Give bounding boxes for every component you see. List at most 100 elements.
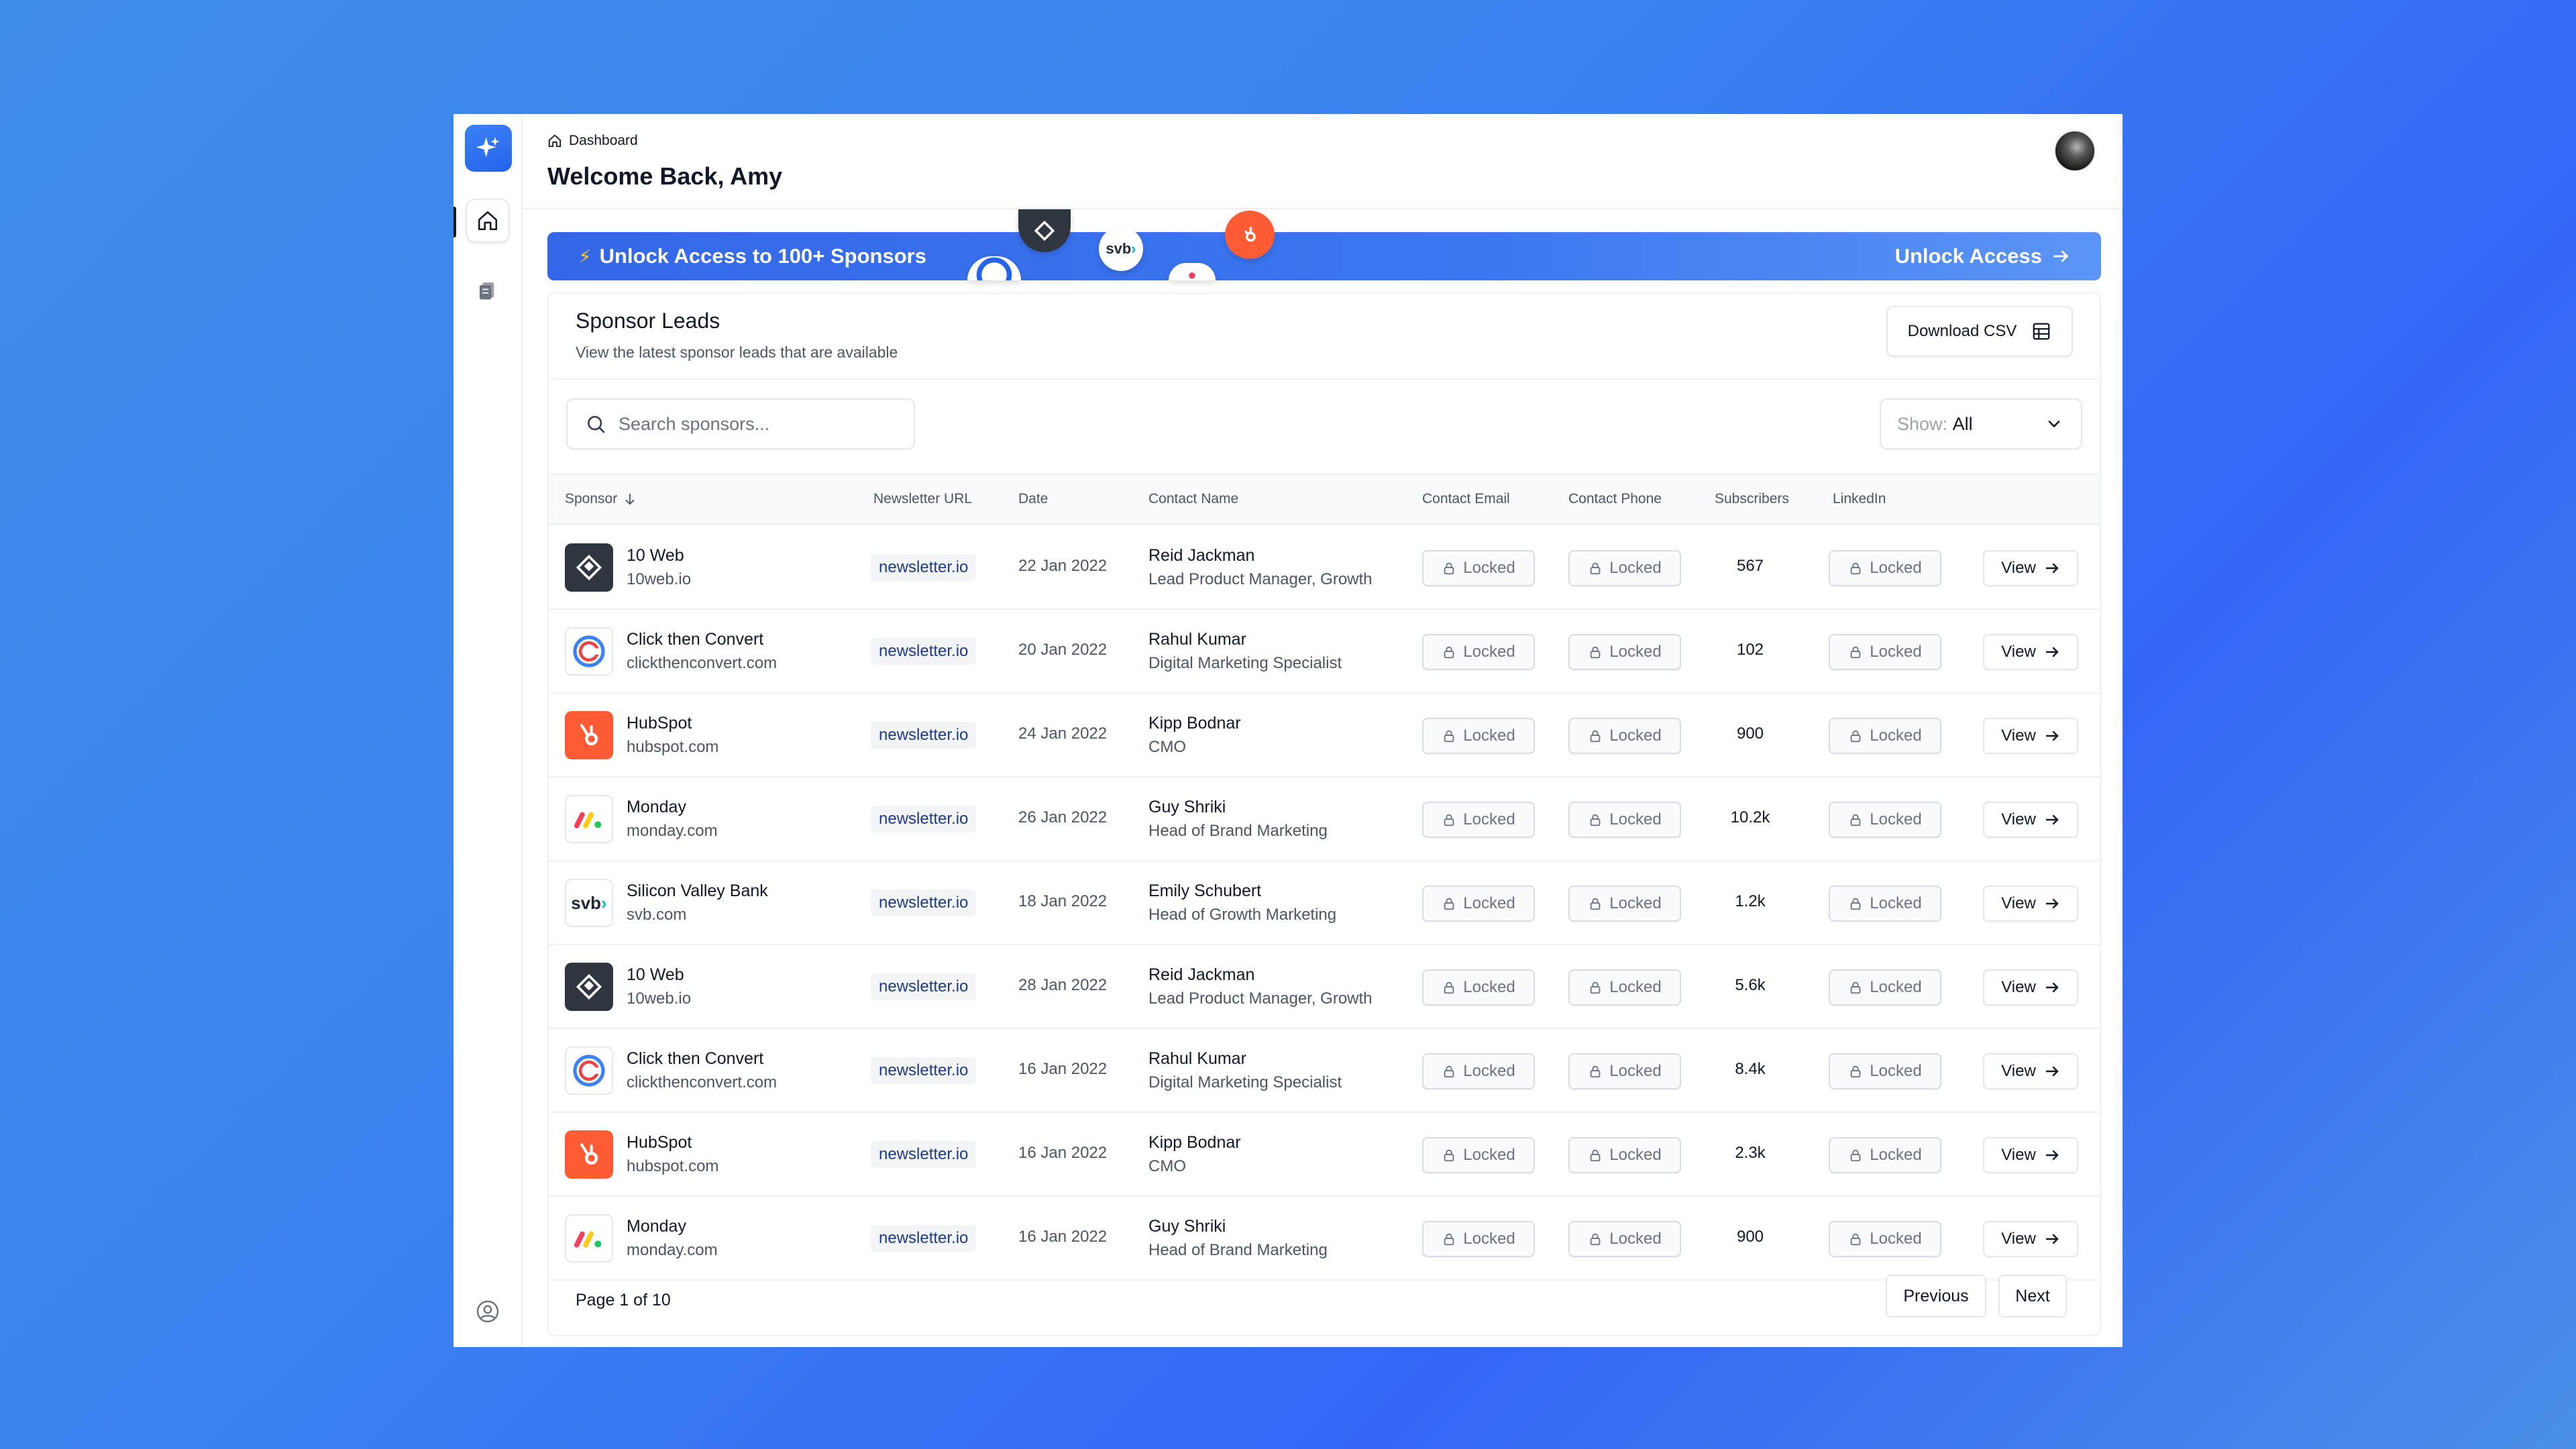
newsletter-url-link[interactable]: newsletter.io (871, 638, 977, 665)
column-header-newsletter-url: Newsletter URL (873, 491, 973, 506)
contact-email-locked[interactable]: Locked (1422, 969, 1535, 1006)
arrow-right-icon (2045, 1234, 2059, 1244)
table-icon (2033, 323, 2050, 340)
view-button[interactable]: View (1983, 550, 2078, 586)
previous-page-button[interactable]: Previous (1886, 1275, 1986, 1318)
card-subtitle: View the latest sponsor leads that are a… (576, 343, 898, 361)
contact-name: Guy Shriki (1148, 1217, 1226, 1236)
view-button[interactable]: View (1983, 634, 2078, 670)
linkedin-locked[interactable]: Locked (1829, 718, 1941, 754)
newsletter-url-link[interactable]: newsletter.io (871, 806, 977, 833)
page-header: Dashboard Welcome Back, Amy (523, 114, 2123, 209)
linkedin-locked[interactable]: Locked (1829, 969, 1941, 1006)
locked-label: Locked (1463, 727, 1515, 745)
contact-phone-locked[interactable]: Locked (1568, 1221, 1681, 1257)
view-label: View (2001, 643, 2036, 661)
locked-label: Locked (1870, 1230, 1922, 1248)
contact-phone-locked[interactable]: Locked (1568, 969, 1681, 1006)
contact-role: Head of Brand Marketing (1148, 822, 1328, 840)
nav-account[interactable] (466, 1289, 510, 1334)
lock-icon (1444, 562, 1454, 575)
locked-label: Locked (1609, 1146, 1662, 1164)
contact-phone-locked[interactable]: Locked (1568, 802, 1681, 838)
contact-phone-locked[interactable]: Locked (1568, 634, 1681, 670)
view-button[interactable]: View (1983, 969, 2078, 1006)
contact-phone-locked[interactable]: Locked (1568, 718, 1681, 754)
contact-email-locked[interactable]: Locked (1422, 885, 1535, 922)
contact-email-locked[interactable]: Locked (1422, 1137, 1535, 1173)
contact-phone-locked[interactable]: Locked (1568, 550, 1681, 586)
lock-icon (1444, 1233, 1454, 1246)
newsletter-url-link[interactable]: newsletter.io (871, 554, 977, 581)
locked-label: Locked (1609, 978, 1662, 996)
contact-email-locked[interactable]: Locked (1422, 802, 1535, 838)
linkedin-locked[interactable]: Locked (1829, 1137, 1941, 1173)
contact-email-locked[interactable]: Locked (1422, 1053, 1535, 1089)
table-row: svb› Silicon Valley Bank svb.com newsletter… (549, 861, 2100, 945)
linkedin-locked[interactable]: Locked (1829, 1053, 1941, 1089)
view-button[interactable]: View (1983, 718, 2078, 754)
view-button[interactable]: View (1983, 1053, 2078, 1089)
download-csv-button[interactable]: Download CSV (1886, 306, 2073, 357)
sidebar (453, 114, 523, 1347)
newsletter-url-link[interactable]: newsletter.io (871, 722, 977, 749)
view-button[interactable]: View (1983, 885, 2078, 922)
linkedin-locked[interactable]: Locked (1829, 802, 1941, 838)
contact-email-locked[interactable]: Locked (1422, 718, 1535, 754)
main-content: Dashboard Welcome Back, Amy ⚡ Unlock Acc… (523, 114, 2123, 1347)
newsletter-url-link[interactable]: newsletter.io (871, 1225, 977, 1252)
contact-phone-locked[interactable]: Locked (1568, 885, 1681, 922)
subscriber-count: 900 (1736, 1228, 1764, 1246)
contact-email-locked[interactable]: Locked (1422, 1221, 1535, 1257)
table-row: 10 Web 10web.io newsletter.io 28 Jan 2022 Re… (549, 945, 2100, 1029)
lock-icon (1850, 981, 1861, 994)
locked-label: Locked (1870, 1146, 1922, 1164)
newsletter-url-link[interactable]: newsletter.io (871, 973, 977, 1000)
page-title: Welcome Back, Amy (547, 162, 783, 190)
show-filter-select[interactable]: Show: All (1880, 398, 2082, 449)
home-icon (478, 211, 498, 231)
app-logo[interactable] (465, 125, 512, 172)
column-label: Sponsor (565, 491, 618, 506)
contact-name: Emily Schubert (1148, 881, 1262, 900)
newsletter-url-link[interactable]: newsletter.io (871, 890, 977, 916)
contact-phone-locked[interactable]: Locked (1568, 1137, 1681, 1173)
view-button[interactable]: View (1983, 802, 2078, 838)
arrow-right-icon (2045, 731, 2059, 741)
column-header-sponsor[interactable]: Sponsor (565, 491, 637, 507)
lock-icon (1850, 646, 1861, 659)
linkedin-locked[interactable]: Locked (1829, 1221, 1941, 1257)
nav-home[interactable] (466, 199, 510, 243)
arrow-right-icon (2045, 563, 2059, 574)
linkedin-locked[interactable]: Locked (1829, 550, 1941, 586)
arrow-down-icon (625, 493, 635, 505)
lock-icon (1850, 1233, 1861, 1246)
banner-text: Unlock Access to 100+ Sponsors (599, 244, 926, 268)
nav-documents[interactable] (466, 268, 510, 313)
view-button[interactable]: View (1983, 1221, 2078, 1257)
newsletter-url-link[interactable]: newsletter.io (871, 1057, 977, 1084)
hubspot-logo (565, 711, 613, 759)
contact-phone-locked[interactable]: Locked (1568, 1053, 1681, 1089)
document-icon (480, 282, 494, 300)
view-button[interactable]: View (1983, 1137, 2078, 1173)
breadcrumb[interactable]: Dashboard (547, 133, 638, 149)
contact-email-locked[interactable]: Locked (1422, 550, 1535, 586)
banner-text-group: ⚡ Unlock Access to 100+ Sponsors (578, 244, 926, 268)
newsletter-url-link[interactable]: newsletter.io (871, 1141, 977, 1168)
search-input[interactable]: Search sponsors... (566, 398, 915, 449)
avatar[interactable] (2054, 130, 2096, 172)
unlock-banner[interactable]: ⚡ Unlock Access to 100+ Sponsors svb› ● … (547, 209, 2101, 283)
locked-label: Locked (1463, 810, 1515, 828)
contact-name: Rahul Kumar (1148, 1049, 1246, 1068)
unlock-access-link[interactable]: Unlock Access (1895, 244, 2070, 268)
locked-label: Locked (1463, 559, 1515, 577)
lock-icon (1444, 981, 1454, 994)
contact-email-locked[interactable]: Locked (1422, 634, 1535, 670)
sponsor-name: Silicon Valley Bank (627, 881, 768, 900)
linkedin-locked[interactable]: Locked (1829, 885, 1941, 922)
next-page-button[interactable]: Next (1998, 1275, 2067, 1318)
table-header: Sponsor Newsletter URL Date Contact Name… (549, 474, 2100, 525)
sponsor-name: HubSpot (627, 714, 692, 733)
linkedin-locked[interactable]: Locked (1829, 634, 1941, 670)
